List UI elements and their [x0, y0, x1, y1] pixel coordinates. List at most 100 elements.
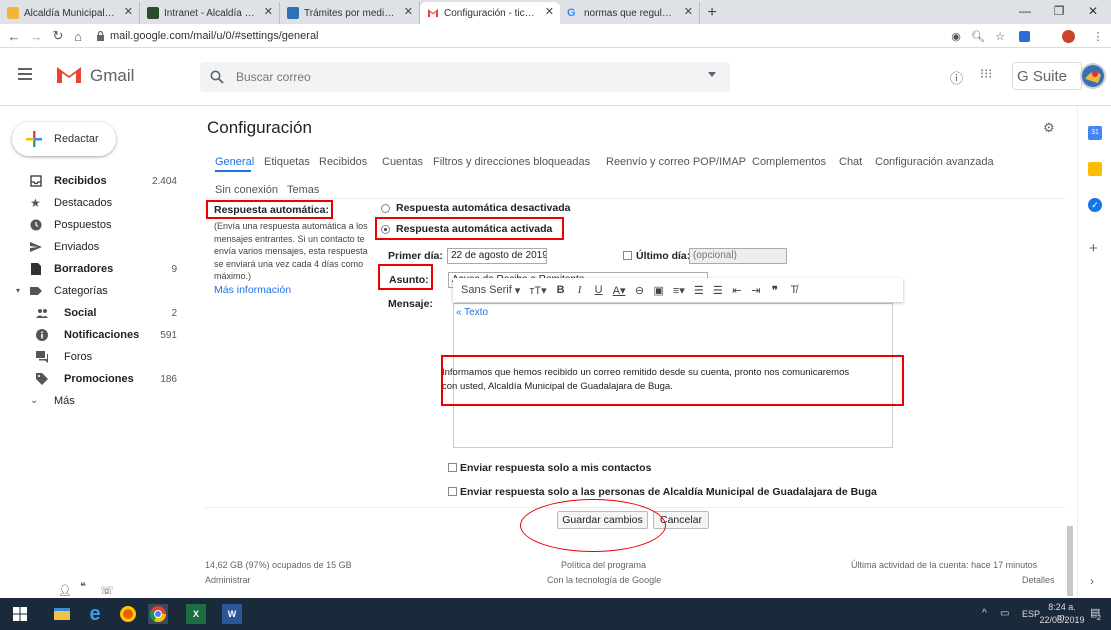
close-tab-icon[interactable]: ✕	[545, 5, 554, 18]
italic-icon[interactable]: I	[575, 282, 585, 298]
gear-icon[interactable]: ⚙	[1043, 120, 1055, 136]
home-icon[interactable]: ⌂	[70, 28, 86, 44]
auto-reply-on-radio[interactable]	[381, 225, 390, 234]
sidebar-item-borradores[interactable]: Borradores 9	[0, 258, 195, 280]
font-family-select[interactable]: Sans Serif ▾	[461, 282, 520, 298]
gmail-logo-icon[interactable]	[56, 64, 82, 84]
only-contacts-label[interactable]: Enviar respuesta solo a mis contactos	[460, 462, 651, 474]
sidebar-item-mas[interactable]: ⌄ Más	[0, 390, 195, 412]
close-tab-icon[interactable]: ✕	[404, 5, 413, 18]
tasks-icon[interactable]: ✓	[1088, 198, 1102, 212]
keep-icon[interactable]	[1088, 162, 1102, 176]
browser-tab-alcaldia[interactable]: Alcaldía Municipal de Guadalaj ✕	[0, 2, 140, 24]
tab-general[interactable]: General	[215, 156, 254, 168]
quote-icon[interactable]: ❞	[770, 282, 780, 298]
plain-text-link[interactable]: « Texto	[456, 307, 488, 318]
search-options-icon[interactable]	[708, 72, 716, 77]
text-color-icon[interactable]: A▾	[613, 282, 626, 298]
location-icon[interactable]: ◉	[948, 28, 964, 44]
only-org-checkbox[interactable]	[448, 487, 457, 496]
remove-formatting-icon[interactable]: T̸	[789, 282, 799, 298]
firefox-icon[interactable]	[118, 604, 138, 624]
calendar-icon[interactable]: 31	[1088, 126, 1102, 140]
only-contacts-checkbox[interactable]	[448, 463, 457, 472]
excel-icon[interactable]: X	[186, 604, 206, 624]
last-day-checkbox[interactable]	[623, 251, 632, 260]
indent-more-icon[interactable]: ⇥	[751, 282, 761, 298]
contacts-icon[interactable]: 👤︎	[58, 584, 72, 597]
bulleted-list-icon[interactable]: ☰	[713, 282, 723, 298]
account-avatar[interactable]	[1080, 63, 1106, 89]
browser-menu-icon[interactable]: ⋮	[1090, 28, 1106, 44]
sidebar-item-destacados[interactable]: ★ Destacados	[0, 192, 195, 214]
scrollbar-thumb[interactable]	[1067, 526, 1073, 596]
close-window-icon[interactable]: ✕	[1076, 0, 1110, 22]
numbered-list-icon[interactable]: ☰	[694, 282, 704, 298]
sidebar-item-social[interactable]: Social 2	[0, 302, 195, 324]
main-menu-icon[interactable]	[18, 68, 32, 80]
underline-icon[interactable]: U	[594, 282, 604, 298]
internet-explorer-icon[interactable]: e	[85, 603, 105, 625]
sidebar-item-pospuestos[interactable]: Pospuestos	[0, 214, 195, 236]
tab-etiquetas[interactable]: Etiquetas	[264, 156, 310, 168]
tab-reenvio[interactable]: Reenvío y correo POP/IMAP	[606, 156, 746, 168]
sidebar-item-categorias[interactable]: ▾ Categorías	[0, 280, 195, 302]
reload-icon[interactable]: ↻	[50, 28, 66, 44]
url-field[interactable]: mail.google.com/mail/u/0/#settings/gener…	[92, 27, 972, 45]
align-icon[interactable]: ≡▾	[673, 282, 685, 298]
help-icon[interactable]: ⓘ	[950, 68, 963, 87]
network-icon[interactable]: ▭	[1000, 608, 1009, 619]
sidebar-item-recibidos[interactable]: Recibidos 2.404	[0, 170, 195, 192]
first-day-input[interactable]: 22 de agosto de 2019	[447, 248, 547, 264]
tab-sin-conexion[interactable]: Sin conexión	[215, 184, 278, 196]
tab-recibidos[interactable]: Recibidos	[319, 156, 367, 168]
collapse-icon[interactable]: ▾	[16, 286, 20, 295]
gsuite-badge[interactable]: G Suite	[1012, 62, 1082, 90]
browser-tab-intranet[interactable]: Intranet - Alcaldía de Buga - In ✕	[140, 2, 280, 24]
sidebar-item-promociones[interactable]: Promociones 186	[0, 368, 195, 390]
auto-reply-off-radio[interactable]	[381, 204, 390, 213]
profile-avatar-icon[interactable]	[1060, 28, 1076, 44]
tab-cuentas[interactable]: Cuentas	[382, 156, 423, 168]
image-icon[interactable]: ▣	[653, 282, 663, 298]
browser-tab-tramites[interactable]: Trámites por medio electrónico ✕	[280, 2, 420, 24]
message-body[interactable]: Informamos que hemos recibido un correo …	[442, 366, 849, 394]
new-tab-button[interactable]: +	[700, 2, 724, 24]
bold-icon[interactable]: B	[556, 282, 566, 298]
browser-tab-configuracion[interactable]: Configuración - tic@buga.gov ✕	[420, 2, 560, 24]
add-addon-icon[interactable]: +	[1089, 240, 1098, 257]
sidebar-item-notificaciones[interactable]: Notificaciones 591	[0, 324, 195, 346]
more-info-link[interactable]: Más información	[214, 284, 291, 296]
bookmark-star-icon[interactable]: ☆	[992, 28, 1008, 44]
zoom-icon[interactable]: 🔍︎	[970, 28, 986, 44]
sidebar-item-foros[interactable]: Foros	[0, 346, 195, 368]
minimize-icon[interactable]: —	[1008, 0, 1042, 22]
only-org-label[interactable]: Enviar respuesta solo a las personas de …	[460, 486, 877, 498]
manage-storage-link[interactable]: Administrar	[205, 575, 251, 585]
forward-icon[interactable]: →	[28, 28, 44, 44]
hangouts-icon[interactable]: ❝	[80, 580, 86, 593]
restore-icon[interactable]: ❐	[1042, 0, 1076, 22]
expand-panel-icon[interactable]: ›	[1090, 574, 1094, 588]
search-input[interactable]: Buscar correo	[200, 62, 730, 92]
browser-tab-google-search[interactable]: G normas que regulan el acuse d ✕	[560, 2, 700, 24]
details-link[interactable]: Detalles	[1022, 575, 1055, 585]
word-icon[interactable]: W	[222, 604, 242, 624]
windows-start-icon[interactable]	[10, 604, 30, 624]
apps-grid-icon[interactable]: ⁝⁝⁝	[980, 66, 992, 82]
auto-reply-on-label[interactable]: Respuesta automática activada	[396, 223, 552, 235]
font-size-icon[interactable]: ᴛT▾	[529, 282, 546, 298]
compose-button[interactable]: Redactar	[12, 122, 116, 156]
program-policy-link[interactable]: Política del programa	[561, 560, 646, 570]
indent-less-icon[interactable]: ⇤	[732, 282, 742, 298]
chrome-icon[interactable]	[148, 604, 168, 624]
tab-filtros[interactable]: Filtros y direcciones bloqueadas	[433, 156, 590, 168]
sidebar-item-enviados[interactable]: Enviados	[0, 236, 195, 258]
auto-reply-off-label[interactable]: Respuesta automática desactivada	[396, 202, 571, 214]
close-tab-icon[interactable]: ✕	[124, 5, 133, 18]
phone-icon[interactable]: ☏	[100, 584, 114, 597]
link-icon[interactable]: ⊖	[634, 282, 644, 298]
extension-icon[interactable]	[1016, 28, 1032, 44]
last-day-input[interactable]: (opcional)	[689, 248, 787, 264]
tab-chat[interactable]: Chat	[839, 156, 862, 168]
